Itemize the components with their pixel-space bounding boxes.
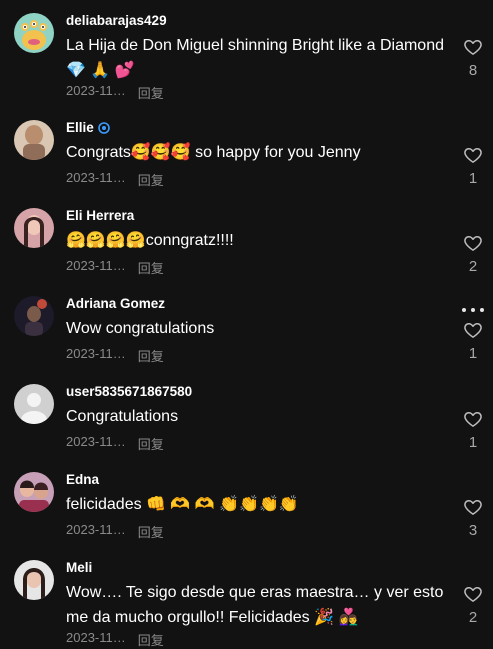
like-count: 3 [468,522,478,539]
photo-avatar-icon [14,296,54,336]
username[interactable]: Ellie [66,120,110,135]
comment-text: Wow…. Te sigo desde que eras maestra… y … [66,584,444,626]
like-button[interactable]: 8 [458,37,488,79]
like-count: 2 [468,609,478,626]
avatar[interactable] [14,296,54,336]
avatar[interactable] [14,208,54,248]
heart-icon [464,587,482,602]
username[interactable]: deliabarajas429 [66,13,167,28]
comment-date: 2023-11… [66,434,126,449]
comment-text: felicidades 👊 🫶 🫶 👏👏👏👏 [66,496,299,513]
reply-button[interactable]: 回复 [138,346,164,365]
username[interactable]: Edna [66,472,99,487]
like-count: 1 [468,170,478,187]
like-count: 2 [468,258,478,275]
username[interactable]: user5835671867580 [66,384,192,399]
like-count: 1 [468,434,478,451]
photo-avatar-icon [14,560,54,600]
comment-date: 2023-11… [66,258,126,273]
username-text: Eli Herrera [66,208,135,223]
username-text: Ellie [66,120,94,135]
photo-avatar-icon [14,208,54,248]
username[interactable]: Meli [66,560,92,575]
comment-date: 2023-11… [66,83,126,98]
monster-avatar-icon [14,13,54,53]
reply-button[interactable]: 回复 [138,434,164,453]
avatar[interactable] [14,560,54,600]
username-text: user5835671867580 [66,384,193,399]
username[interactable]: Eli Herrera [66,208,134,223]
comment-date: 2023-11… [66,170,126,185]
comment-date: 2023-11… [66,522,126,537]
heart-icon [464,323,482,338]
like-button[interactable]: 1 [458,145,488,187]
comment-meta: 2023-11… 回复 [66,346,164,365]
reply-button[interactable]: 回复 [138,170,164,189]
more-options-icon[interactable] [462,306,484,314]
comment-meta: 2023-11… 回复 [66,170,164,189]
reply-button[interactable]: 回复 [138,83,164,102]
username-text: Meli [66,560,93,575]
comment-text: Wow congratulations [66,320,215,337]
verified-badge-icon [97,121,110,134]
photo-avatar-icon [14,472,54,512]
like-button[interactable]: 2 [458,233,488,275]
avatar[interactable] [14,120,54,160]
comment-text: La Hija de Don Miguel shinning Bright li… [66,37,444,79]
default-avatar-icon [14,384,54,424]
avatar[interactable] [14,384,54,424]
heart-icon [464,412,482,427]
username-text: Adriana Gomez [66,296,166,311]
comment-meta: 2023-11… 回复 [66,434,164,453]
like-button[interactable]: 1 [458,320,488,362]
like-button[interactable]: 1 [458,409,488,451]
like-count: 8 [468,62,478,79]
username[interactable]: Adriana Gomez [66,296,165,311]
username-text: Edna [66,472,100,487]
comment-date: 2023-11… [66,346,126,361]
comment-text: 🤗🤗🤗🤗conngratz!!!! [66,232,234,249]
comment-meta: 2023-11… 回复 [66,258,164,277]
heart-icon [464,148,482,163]
reply-button[interactable]: 回复 [138,522,164,541]
heart-icon [464,500,482,515]
like-count: 1 [468,345,478,362]
username-text: deliabarajas429 [66,13,167,28]
like-button[interactable]: 2 [458,584,488,626]
photo-avatar-icon [14,120,54,160]
reply-button[interactable]: 回复 [138,258,164,277]
comment-text: Congratulations [66,408,179,425]
avatar[interactable] [14,472,54,512]
comment-text: Congrats🥰🥰🥰 so happy for you Jenny [66,144,361,161]
heart-icon [464,40,482,55]
comment-meta: 2023-11… 回复 [66,83,164,102]
avatar[interactable] [14,13,54,53]
like-button[interactable]: 3 [458,497,488,539]
heart-icon [464,236,482,251]
comment-meta: 2023-11… 回复 [66,522,164,541]
